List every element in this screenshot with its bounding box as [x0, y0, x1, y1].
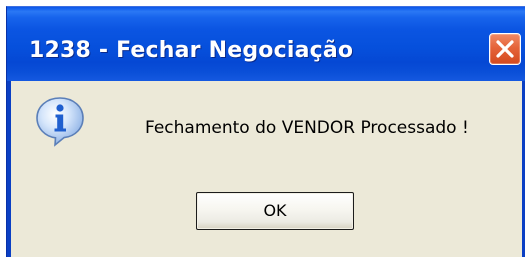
dialog-message: Fechamento do VENDOR Processado !: [145, 118, 469, 138]
title-bar[interactable]: 1238 - Fechar Negociação: [7, 7, 525, 81]
window-title: 1238 - Fechar Negociação: [29, 38, 354, 63]
info-icon: [36, 97, 84, 147]
dialog-body: [11, 81, 522, 257]
ok-button[interactable]: OK: [196, 192, 354, 230]
screenshot-stage: 1238 - Fechar Negociação Fechamento do V…: [0, 0, 525, 257]
close-button[interactable]: [489, 33, 521, 65]
close-icon: [496, 40, 514, 58]
